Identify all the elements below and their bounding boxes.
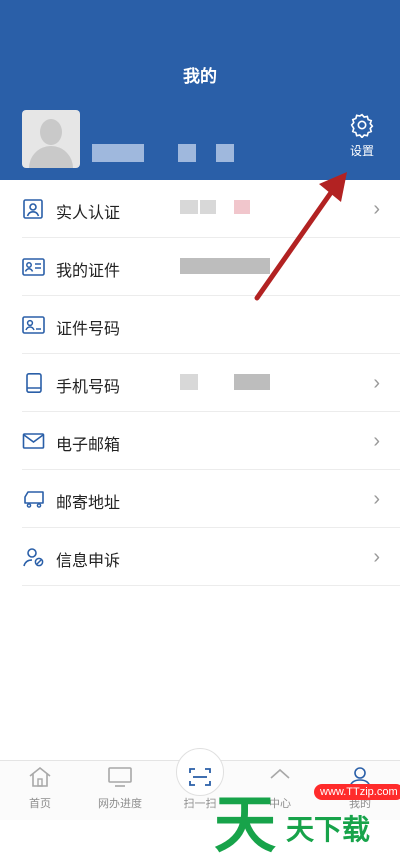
menu-item-label: 电子邮箱 <box>56 437 121 454</box>
menu-item-label: 邮寄地址 <box>56 495 121 512</box>
mail-icon <box>22 433 45 449</box>
tab-home[interactable]: 首页 <box>5 766 75 811</box>
tab-progress[interactable]: 网办进度 <box>85 766 155 811</box>
menu-item-label: 手机号码 <box>56 379 121 396</box>
divider <box>22 585 400 586</box>
avatar[interactable] <box>22 110 80 168</box>
watermark-url: www.TTzip.com <box>314 784 400 800</box>
phone-icon <box>26 373 42 393</box>
avatar-head-shape <box>40 119 62 145</box>
menu-item-real-name-auth[interactable]: 实人认证 › <box>0 180 400 238</box>
redacted-value <box>200 200 216 214</box>
redacted-username <box>92 144 144 162</box>
tab-label: 网办进度 <box>98 798 142 810</box>
chevron-right-icon: › <box>373 546 380 568</box>
menu-item-info-appeal[interactable]: 信息申诉 › <box>0 528 400 586</box>
site-watermark: 天 天下载 www.TTzip.com <box>210 768 400 866</box>
page-title: 我的 <box>183 67 217 86</box>
menu-item-label: 实人认证 <box>56 205 121 222</box>
menu-item-label: 证件号码 <box>56 321 121 338</box>
chevron-right-icon: › <box>373 198 380 220</box>
monitor-icon <box>108 767 132 787</box>
id-card-icon <box>23 199 43 219</box>
redacted-username <box>178 144 196 162</box>
redacted-value <box>234 374 270 390</box>
avatar-body-shape <box>29 146 73 168</box>
settings-label: 设置 <box>349 144 374 158</box>
chevron-right-icon: › <box>373 430 380 452</box>
truck-icon <box>24 491 44 508</box>
chevron-right-icon: › <box>373 372 380 394</box>
redacted-value <box>180 200 198 214</box>
user-appeal-icon <box>23 548 44 567</box>
chevron-right-icon: › <box>373 488 380 510</box>
watermark-big-char: 天 <box>214 788 277 861</box>
redacted-value <box>180 258 270 274</box>
document-card-icon <box>22 258 45 276</box>
redacted-value <box>234 200 250 214</box>
gear-icon <box>350 113 374 138</box>
settings-button[interactable]: 设置 <box>334 112 390 170</box>
tab-label: 首页 <box>29 798 51 810</box>
id-number-icon <box>22 316 45 334</box>
redacted-value <box>180 374 198 390</box>
menu-item-mailing-address[interactable]: 邮寄地址 › <box>0 470 400 528</box>
profile-menu: 实人认证 › 我的证件 证件号码 手机号码 › 电子邮箱 › 邮寄地址 › 信息… <box>0 180 400 780</box>
menu-item-phone-number[interactable]: 手机号码 › <box>0 354 400 412</box>
redacted-username <box>216 144 234 162</box>
menu-item-label: 信息申诉 <box>56 553 121 570</box>
menu-item-label: 我的证件 <box>56 263 121 280</box>
menu-item-email[interactable]: 电子邮箱 › <box>0 412 400 470</box>
home-icon <box>29 766 51 787</box>
menu-item-id-number[interactable]: 证件号码 <box>0 296 400 354</box>
watermark-text: 天下载 <box>286 813 371 846</box>
menu-item-my-documents[interactable]: 我的证件 <box>0 238 400 296</box>
